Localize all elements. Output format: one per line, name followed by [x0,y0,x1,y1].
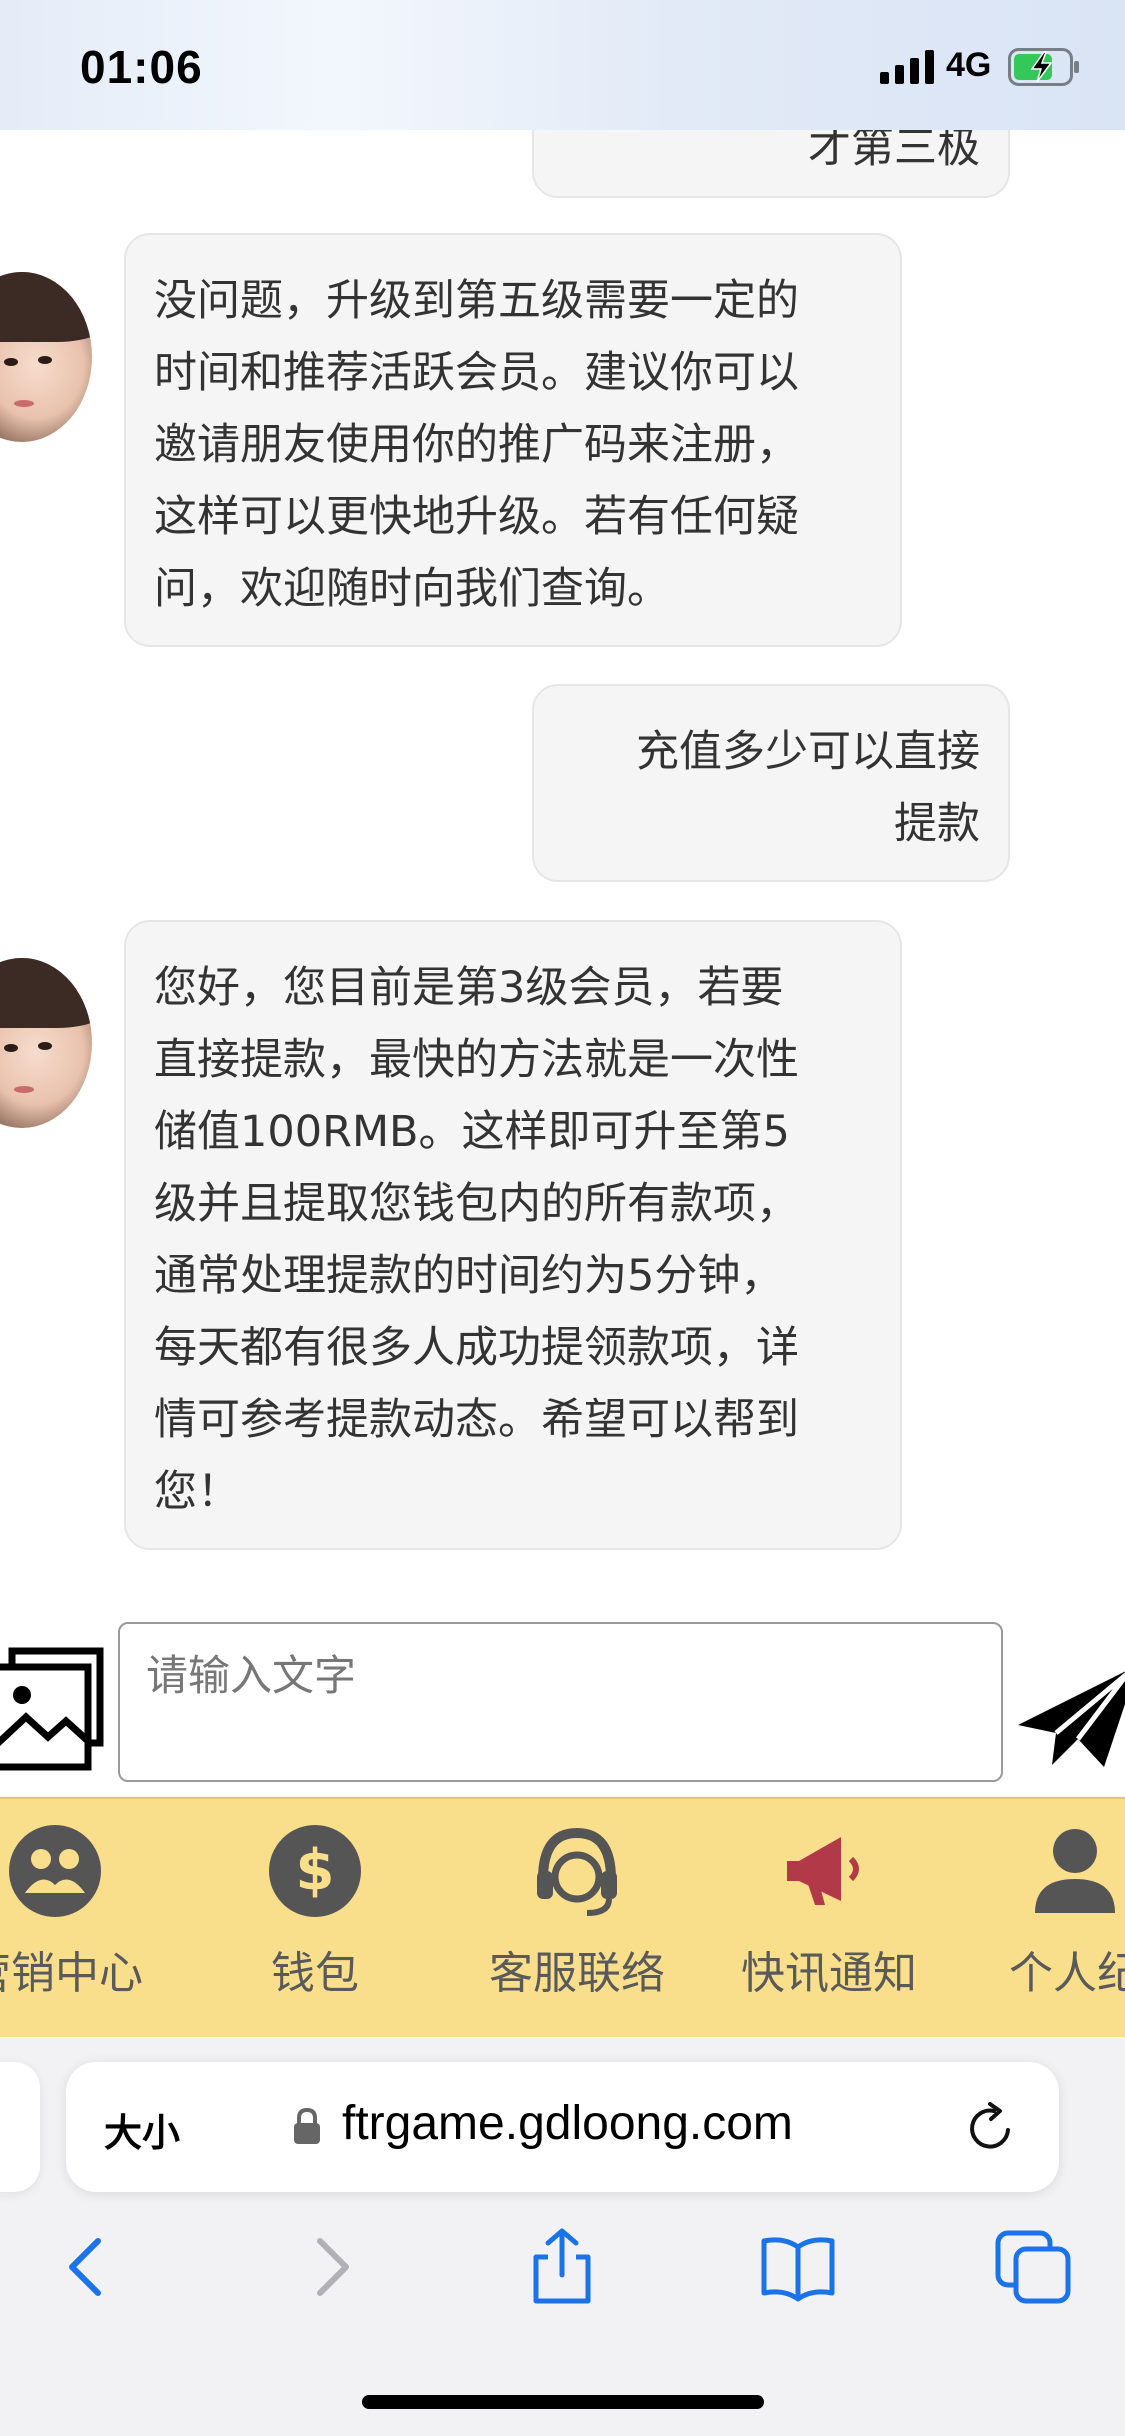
browser-chrome: 大小 ftrgame.gdloong.com [0,2037,1125,2436]
message-line: 没问题，升级到第五级需要一定的 [154,276,799,326]
megaphone-icon [787,1837,859,1905]
nav-label: 钱包 [271,1948,359,1999]
bottom-nav: 营销中心 $ 钱包 客服联络 快讯通知 个人纪 [0,1797,1125,2039]
text-size-button[interactable]: 大小 [104,2102,180,2157]
message-line: 直接提款，最快的方法就是一次性 [154,1035,799,1085]
agent-message-bubble: 您好，您目前是第3级会员，若要 直接提款，最快的方法就是一次性 储值100RMB… [124,920,902,1550]
message-line: 时间和推荐活跃会员。建议你可以 [154,348,799,398]
nav-item-profile[interactable]: 个人纪 [960,1823,1125,2023]
message-line: 邀请朋友使用你的推广码来注册， [154,420,799,470]
message-line: 级并且提取您钱包内的所有款项， [154,1179,799,1229]
home-indicator [362,2395,764,2409]
status-bar: 01:06 4G [0,0,1125,130]
message-line: 提款 [894,799,980,849]
dollar-icon: $ [269,1825,361,1917]
message-line: 问，欢迎随时向我们查询。 [154,564,670,614]
address-bar[interactable]: 大小 ftrgame.gdloong.com [66,2062,1059,2192]
message-line: 充值多少可以直接 [636,727,980,777]
network-type: 4G [946,46,992,84]
url-text: ftrgame.gdloong.com [342,2097,793,2150]
back-icon[interactable] [50,2227,130,2307]
nav-item-wallet[interactable]: $ 钱包 [200,1823,430,2023]
reload-icon[interactable] [964,2102,1016,2154]
nav-label: 快讯通知 [741,1948,917,1999]
message-line: 通常处理提款的时间约为5分钟， [154,1251,784,1301]
tabs-icon[interactable] [994,2227,1074,2307]
message-line: 每天都有很多人成功提领款项，详 [154,1323,799,1373]
nav-item-customer-service[interactable]: 客服联络 [462,1823,692,2023]
nav-item-marketing[interactable]: 营销中心 [0,1823,170,2023]
battery-charging-icon [1008,48,1079,86]
message-line: 您好，您目前是第3级会员，若要 [154,963,784,1013]
image-upload-icon[interactable] [0,1645,110,1775]
lock-icon [294,2107,320,2144]
message-line: 情可参考提款动态。希望可以帮到 [154,1395,799,1445]
agent-avatar [0,272,92,442]
agent-avatar [0,958,92,1128]
svg-text:$: $ [296,1838,335,1903]
nav-label: 客服联络 [489,1948,665,1999]
send-icon[interactable] [1018,1655,1125,1775]
message-input-row [0,1615,1125,1795]
status-time: 01:06 [80,41,203,93]
headset-icon [537,1827,617,1916]
signal-icon [880,50,934,84]
message-line: 这样可以更快地升级。若有任何疑 [154,492,799,542]
marketing-icon [9,1825,101,1917]
previous-tab[interactable] [0,2062,40,2192]
nav-label: 营销中心 [0,1948,143,1999]
nav-label: 个人纪 [1009,1948,1125,1999]
message-line: 您！ [154,1467,240,1517]
share-icon[interactable] [522,2227,602,2307]
nav-item-news[interactable]: 快讯通知 [714,1823,944,2023]
agent-message-bubble: 没问题，升级到第五级需要一定的 时间和推荐活跃会员。建议你可以 邀请朋友使用你的… [124,233,902,647]
chat-area[interactable]: 才第三极 没问题，升级到第五级需要一定的 时间和推荐活跃会员。建议你可以 邀请朋… [0,0,1125,1600]
forward-icon[interactable] [288,2227,368,2307]
bookmarks-icon[interactable] [758,2227,838,2307]
message-input[interactable] [118,1622,1003,1782]
person-icon [1035,1829,1115,1913]
message-line: 储值100RMB。这样即可升至第5 [154,1107,790,1157]
user-message-bubble: 充值多少可以直接 提款 [532,684,1010,882]
